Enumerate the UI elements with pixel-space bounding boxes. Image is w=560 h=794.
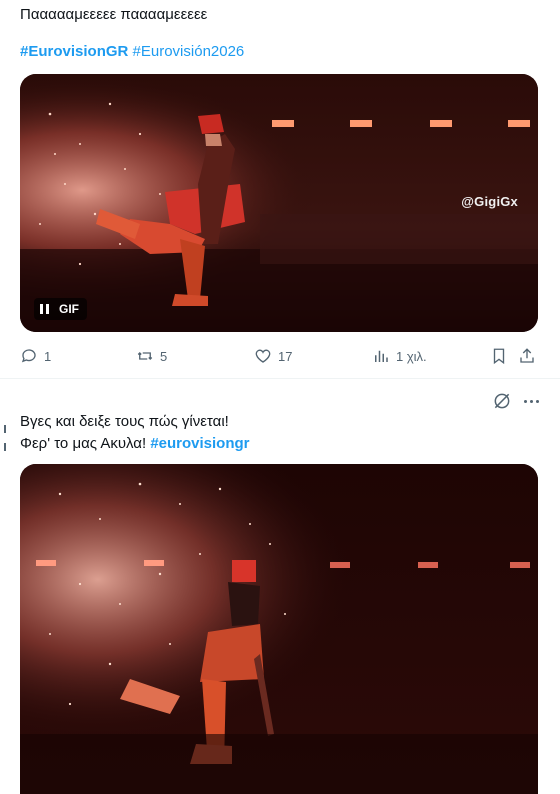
bookmark-icon xyxy=(493,348,505,365)
repost-count: 5 xyxy=(160,348,168,364)
like-count: 17 xyxy=(278,348,293,364)
tweet1-gif-media[interactable]: @GigiGx GIF xyxy=(20,74,538,332)
tweet2-line1: Βγες και δειξε τους πώς γίνεται! xyxy=(20,413,229,430)
repost-button[interactable]: 5 xyxy=(136,344,167,368)
gif-label: GIF xyxy=(59,302,79,316)
tweet2-media[interactable] xyxy=(20,464,538,794)
tweet1-text: Παααααμεεεεε πααααμεεεεε xyxy=(20,6,208,23)
tweet-divider xyxy=(0,378,560,379)
views-count: 1 χιλ. xyxy=(396,348,427,364)
hashtag-eurovision2026[interactable]: #Eurovisión2026 xyxy=(133,43,245,60)
reply-count: 1 xyxy=(44,348,52,364)
bookmark-button[interactable] xyxy=(490,344,508,368)
grok-icon[interactable] xyxy=(492,391,512,411)
tweet1-hashtags: #EurovisionGR #Eurovisión2026 xyxy=(20,42,244,62)
share-icon xyxy=(520,348,534,363)
repost-icon xyxy=(137,352,153,360)
concert-stage-image xyxy=(20,74,538,332)
reply-button[interactable]: 1 xyxy=(20,344,51,368)
views-button[interactable]: 1 χιλ. xyxy=(372,344,427,368)
more-icon[interactable] xyxy=(520,391,542,411)
concert-fireworks-image xyxy=(20,464,538,794)
thread-marker xyxy=(4,425,6,451)
gif-badge[interactable]: GIF xyxy=(34,298,87,320)
hashtag-eurovisiongr-2[interactable]: #eurovisiongr xyxy=(150,435,249,452)
like-button[interactable]: 17 xyxy=(254,344,292,368)
tweet2-line2: Φερ' το μας Ακυλα! #eurovisiongr xyxy=(20,434,250,454)
media-watermark: @GigiGx xyxy=(461,194,518,209)
share-button[interactable] xyxy=(518,344,536,368)
reply-icon xyxy=(21,349,36,363)
views-icon xyxy=(375,350,388,362)
heart-icon xyxy=(255,349,271,363)
hashtag-eurovisiongr[interactable]: #EurovisionGR xyxy=(20,43,128,60)
pause-icon[interactable] xyxy=(40,304,49,314)
tweet1-action-bar: 1 5 17 1 χιλ. xyxy=(20,344,540,368)
tweet2-line2-text: Φερ' το μας Ακυλα! xyxy=(20,435,151,452)
